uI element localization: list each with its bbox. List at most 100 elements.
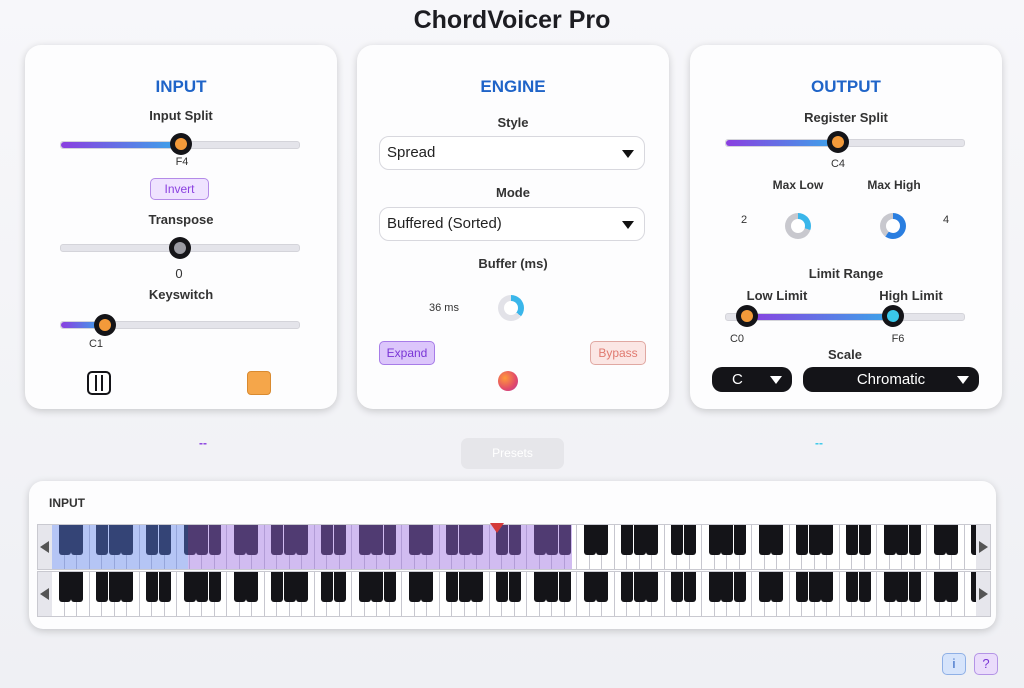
max-low-knob[interactable] xyxy=(785,213,811,239)
black-key[interactable] xyxy=(183,525,196,555)
scroll-right-icon[interactable] xyxy=(979,588,988,600)
black-key[interactable] xyxy=(196,525,208,555)
black-key[interactable] xyxy=(246,572,258,602)
black-key[interactable] xyxy=(846,572,858,602)
black-key[interactable] xyxy=(233,525,246,555)
black-key[interactable] xyxy=(808,525,821,555)
black-key[interactable] xyxy=(971,572,976,602)
black-key[interactable] xyxy=(496,572,508,602)
high-limit-thumb[interactable] xyxy=(882,305,904,327)
black-key[interactable] xyxy=(933,572,946,602)
black-key[interactable] xyxy=(333,525,346,555)
black-key[interactable] xyxy=(796,525,808,555)
black-key[interactable] xyxy=(646,525,658,555)
black-key[interactable] xyxy=(421,572,433,602)
black-key[interactable] xyxy=(458,572,471,602)
black-key[interactable] xyxy=(546,572,558,602)
black-key[interactable] xyxy=(596,572,608,602)
info-button[interactable]: i xyxy=(942,653,966,675)
register-split-thumb[interactable] xyxy=(827,131,849,153)
black-key[interactable] xyxy=(371,525,383,555)
black-key[interactable] xyxy=(908,525,921,555)
piano-keyboard-input[interactable] xyxy=(52,525,976,569)
black-key[interactable] xyxy=(471,525,483,555)
black-key[interactable] xyxy=(808,572,821,602)
black-key[interactable] xyxy=(146,525,158,555)
black-key[interactable] xyxy=(558,572,571,602)
black-key[interactable] xyxy=(321,572,333,602)
black-key[interactable] xyxy=(821,572,833,602)
black-key[interactable] xyxy=(508,525,521,555)
black-key[interactable] xyxy=(933,525,946,555)
black-key[interactable] xyxy=(671,525,683,555)
black-key[interactable] xyxy=(596,525,608,555)
black-key[interactable] xyxy=(358,572,371,602)
style-select[interactable]: Spread xyxy=(379,136,645,170)
black-key[interactable] xyxy=(858,525,871,555)
black-key[interactable] xyxy=(583,525,596,555)
black-key[interactable] xyxy=(633,525,646,555)
black-key[interactable] xyxy=(271,525,283,555)
black-key[interactable] xyxy=(908,572,921,602)
black-key[interactable] xyxy=(471,572,483,602)
black-key[interactable] xyxy=(446,572,458,602)
black-key[interactable] xyxy=(158,525,171,555)
black-key[interactable] xyxy=(96,572,108,602)
black-key[interactable] xyxy=(108,572,121,602)
black-key[interactable] xyxy=(208,525,221,555)
limit-range-slider[interactable] xyxy=(725,313,965,321)
black-key[interactable] xyxy=(883,572,896,602)
black-key[interactable] xyxy=(621,572,633,602)
max-high-knob[interactable] xyxy=(880,213,906,239)
black-key[interactable] xyxy=(183,572,196,602)
black-key[interactable] xyxy=(946,525,958,555)
buffer-knob[interactable] xyxy=(498,295,524,321)
invert-button[interactable]: Invert xyxy=(150,178,209,200)
black-key[interactable] xyxy=(533,572,546,602)
black-key[interactable] xyxy=(733,525,746,555)
black-key[interactable] xyxy=(383,525,396,555)
black-key[interactable] xyxy=(846,525,858,555)
black-key[interactable] xyxy=(446,525,458,555)
black-key[interactable] xyxy=(71,572,83,602)
black-key[interactable] xyxy=(408,572,421,602)
black-key[interactable] xyxy=(708,525,721,555)
black-key[interactable] xyxy=(708,572,721,602)
black-key[interactable] xyxy=(633,572,646,602)
black-key[interactable] xyxy=(758,572,771,602)
black-key[interactable] xyxy=(358,525,371,555)
black-key[interactable] xyxy=(296,525,308,555)
black-key[interactable] xyxy=(683,525,696,555)
black-key[interactable] xyxy=(946,572,958,602)
black-key[interactable] xyxy=(58,572,71,602)
black-key[interactable] xyxy=(321,525,333,555)
black-key[interactable] xyxy=(896,572,908,602)
black-key[interactable] xyxy=(108,525,121,555)
black-key[interactable] xyxy=(208,572,221,602)
black-key[interactable] xyxy=(883,525,896,555)
piano-keyboard-output[interactable] xyxy=(52,572,976,616)
orange-square-icon[interactable] xyxy=(247,371,271,395)
black-key[interactable] xyxy=(333,572,346,602)
black-key[interactable] xyxy=(583,572,596,602)
black-key[interactable] xyxy=(96,525,108,555)
black-key[interactable] xyxy=(796,572,808,602)
black-key[interactable] xyxy=(371,572,383,602)
black-key[interactable] xyxy=(771,525,783,555)
mode-select[interactable]: Buffered (Sorted) xyxy=(379,207,645,241)
scale-root-select[interactable]: C xyxy=(712,367,792,392)
piano-keys-icon[interactable] xyxy=(87,371,111,395)
black-key[interactable] xyxy=(896,525,908,555)
black-key[interactable] xyxy=(283,525,296,555)
scroll-left-icon[interactable] xyxy=(40,541,49,553)
black-key[interactable] xyxy=(621,525,633,555)
low-limit-thumb[interactable] xyxy=(736,305,758,327)
black-key[interactable] xyxy=(296,572,308,602)
black-key[interactable] xyxy=(421,525,433,555)
expand-button[interactable]: Expand xyxy=(379,341,435,365)
black-key[interactable] xyxy=(558,525,571,555)
black-key[interactable] xyxy=(271,572,283,602)
scroll-right-icon[interactable] xyxy=(979,541,988,553)
black-key[interactable] xyxy=(408,525,421,555)
black-key[interactable] xyxy=(58,525,71,555)
